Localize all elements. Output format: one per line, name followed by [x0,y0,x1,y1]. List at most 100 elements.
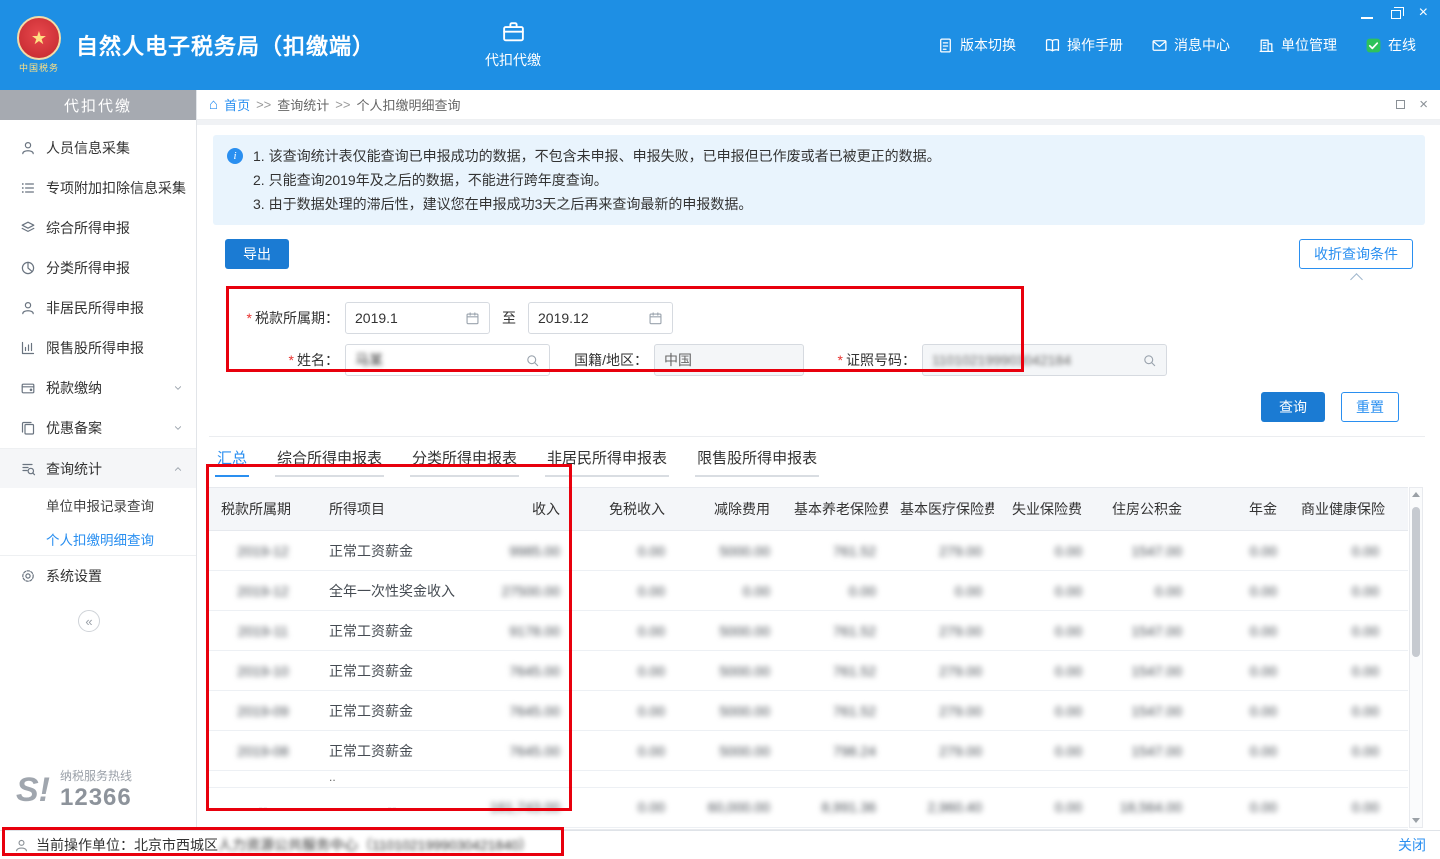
table-cell: 279.00 [888,611,994,651]
search-icon [525,353,540,368]
sidebar-item[interactable]: 查询统计 [0,448,196,488]
table-cell [994,771,1094,783]
table-row[interactable]: 2019-10正常工资薪金7645.000.005000.00761.52279… [209,651,1408,691]
name-input[interactable]: 马某 [345,344,550,376]
copy-icon [20,420,36,436]
table-cell [1391,531,1408,571]
tab-item[interactable]: 非居民所得申报表 [545,445,669,477]
header-menu-item[interactable]: 版本切换 [937,35,1016,55]
table-row[interactable]: 2019-11正常工资薪金9178.000.005000.00761.52279… [209,611,1408,651]
scroll-up-icon[interactable] [1412,492,1420,497]
table-cell: 0.00 [1194,731,1289,771]
sidebar-item-label: 综合所得申报 [46,218,130,238]
tab-item[interactable]: 限售股所得申报表 [695,445,819,477]
breadcrumb-item: 查询统计 [277,95,329,114]
table-cell: 0.00 [572,691,677,731]
totals-cell: -- [209,787,317,827]
table-cell: 2019-10 [209,651,317,691]
doc-icon [937,37,954,54]
sidebar-subitem[interactable]: 单位申报记录查询 [0,488,196,522]
table-cell: 1547.00 [1094,611,1194,651]
table-cell: 0.00 [1289,571,1391,611]
table-row[interactable]: 2019-08正常工资薪金7645.000.005000.00798.24279… [209,731,1408,771]
briefcase-icon [501,20,526,45]
table-cell: 0.00 [1194,691,1289,731]
id-number-input[interactable]: 110102199903042184 [922,344,1167,376]
totals-cell: -- [317,787,467,827]
tab-item[interactable]: 分类所得申报表 [410,445,519,477]
sidebar-item[interactable]: 优惠备案 [0,408,196,448]
restore-button[interactable] [1391,7,1401,19]
minimize-button[interactable] [1361,8,1373,19]
reset-button[interactable]: 重置 [1341,392,1399,422]
calendar-icon [648,311,663,326]
user-icon [20,300,36,316]
table-cell: 279.00 [888,731,994,771]
table-cell [1289,771,1391,783]
table-cell: 全年一次性奖金收入 [317,571,467,611]
table-cell: 761.52 [782,531,888,571]
sidebar-item-label: 系统设置 [46,566,102,586]
sidebar-item[interactable]: 非居民所得申报 [0,288,196,328]
column-header: 税款所属期 [209,488,317,531]
table-cell: 0.00 [677,571,782,611]
search-button[interactable]: 查询 [1261,392,1325,422]
chevron-down-icon [172,422,184,434]
panel-maximize-icon[interactable] [1396,100,1405,109]
header-menu-item[interactable]: 在线 [1365,35,1416,55]
collapse-query-button[interactable]: 收折查询条件 [1299,239,1413,269]
caret-up-icon [1350,273,1363,286]
table-cell: 7645.00 [467,731,572,771]
vertical-scroll-thumb[interactable] [1412,507,1420,657]
sidebar-collapse-button[interactable]: « [78,610,100,632]
table-row[interactable]: 2019-09正常工资薪金7645.000.005000.00761.52279… [209,691,1408,731]
header-menu-item[interactable]: 操作手册 [1044,35,1123,55]
sidebar-item[interactable]: 限售股所得申报 [0,328,196,368]
sidebar-item[interactable]: 税款缴纳 [0,368,196,408]
table-row[interactable]: 2019-12正常工资薪金9985.000.005000.00761.52279… [209,531,1408,571]
app-title: 自然人电子税务局（扣缴端） [76,29,375,61]
table-cell: 0.00 [1194,651,1289,691]
column-header: 商业健康保险 [1289,488,1391,531]
sidebar-item[interactable]: 人员信息采集 [0,128,196,168]
table-cell: 0.00 [1289,651,1391,691]
table-cell: 761.52 [782,611,888,651]
breadcrumb-item[interactable]: 首页 [224,95,250,114]
sidebar-item[interactable]: 综合所得申报 [0,208,196,248]
divider [209,436,1425,437]
user-icon [14,838,29,853]
header-menu-item[interactable]: 单位管理 [1258,35,1337,55]
layers-icon [20,220,36,236]
period-end-input[interactable]: 2019.12 [528,302,673,334]
period-start-input[interactable]: 2019.1 [345,302,490,334]
header-menu-label: 操作手册 [1067,35,1123,55]
scroll-down-icon[interactable] [1412,818,1420,823]
close-link[interactable]: 关闭 [1398,835,1426,855]
header-menu-item[interactable]: 消息中心 [1151,35,1230,55]
close-button[interactable]: × [1419,6,1428,20]
table-cell: 2019-08 [209,731,317,771]
column-header: 收入 [467,488,572,531]
sidebar-item-label: 查询统计 [46,459,102,479]
table-cell: 正常工资薪金 [317,691,467,731]
table-row[interactable]: 2019-12全年一次性奖金收入27500.000.000.000.000.00… [209,571,1408,611]
table-cell: 9178.00 [467,611,572,651]
export-button[interactable]: 导出 [225,239,289,269]
tab-item[interactable]: 综合所得申报表 [275,445,384,477]
tab-active[interactable]: 汇总 [215,445,249,477]
region-input[interactable]: 中国 [654,344,804,376]
period-label: *税款所属期： [225,308,345,328]
sidebar-item[interactable]: 分类所得申报 [0,248,196,288]
totals-cell: 0.00 [572,787,677,827]
totals-cell: 0.00 [994,787,1094,827]
vertical-scrollbar[interactable] [1409,487,1423,828]
column-header: 年金 [1194,488,1289,531]
tab-withholding[interactable]: 代扣代缴 [485,20,541,70]
sidebar-subitem[interactable]: 个人扣缴明细查询 [0,522,196,556]
panel-close-icon[interactable]: × [1419,97,1428,112]
home-icon[interactable]: ⌂ [209,97,218,112]
sidebar-item[interactable]: 专项附加扣除信息采集 [0,168,196,208]
table-cell: 761.52 [782,651,888,691]
sidebar-item[interactable]: 系统设置 [0,556,196,596]
totals-cell: 0.00 [1289,787,1391,827]
